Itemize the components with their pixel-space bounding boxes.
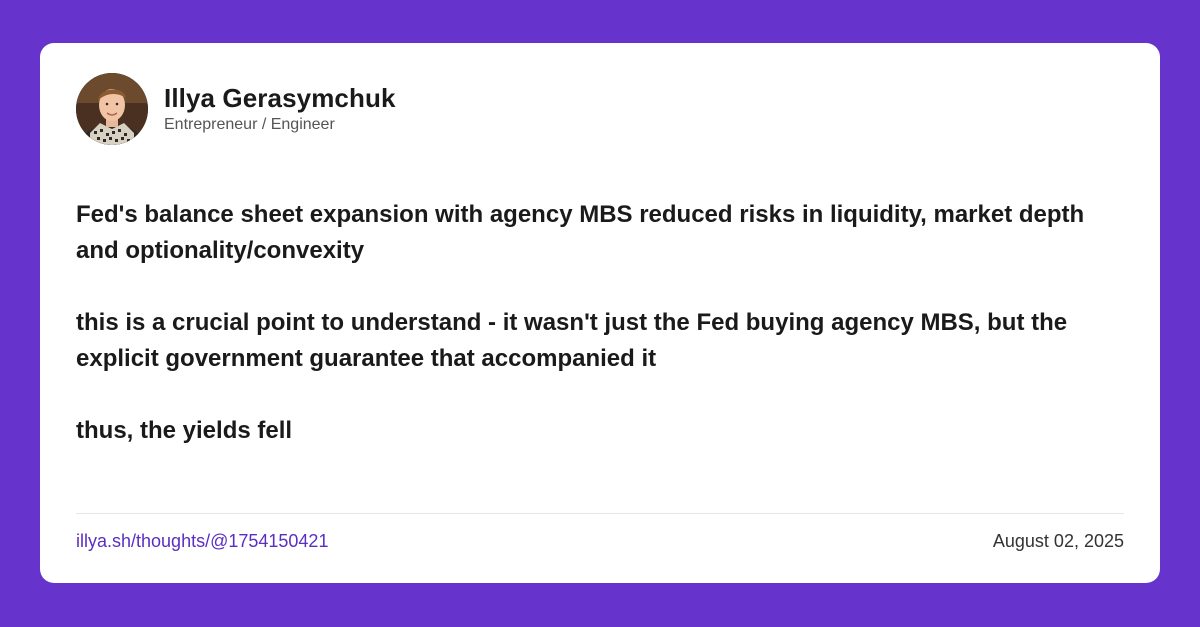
author-name: Illya Gerasymchuk bbox=[164, 83, 396, 113]
avatar bbox=[76, 73, 148, 145]
post-header: Illya Gerasymchuk Entrepreneur / Enginee… bbox=[76, 73, 396, 145]
avatar-photo-icon bbox=[76, 73, 148, 145]
post-body: Fed's balance sheet expansion with agenc… bbox=[76, 197, 1096, 449]
post-paragraph: thus, the yields fell bbox=[76, 417, 293, 444]
author-role: Entrepreneur / Engineer bbox=[164, 116, 335, 133]
post-footer: illya.sh/thoughts/@1754150421 August 02,… bbox=[76, 529, 1124, 553]
author-info: Illya Gerasymchuk Entrepreneur / Enginee… bbox=[164, 83, 396, 135]
post-date: August 02, 2025 bbox=[992, 530, 1124, 551]
post-paragraph: this is a crucial point to understand - … bbox=[76, 309, 1068, 372]
footer-divider bbox=[76, 513, 1124, 514]
post-paragraph: Fed's balance sheet expansion with agenc… bbox=[76, 201, 1085, 264]
permalink-link[interactable]: illya.sh/thoughts/@1754150421 bbox=[76, 531, 328, 552]
post-card: Illya Gerasymchuk Entrepreneur / Enginee… bbox=[40, 43, 1160, 583]
